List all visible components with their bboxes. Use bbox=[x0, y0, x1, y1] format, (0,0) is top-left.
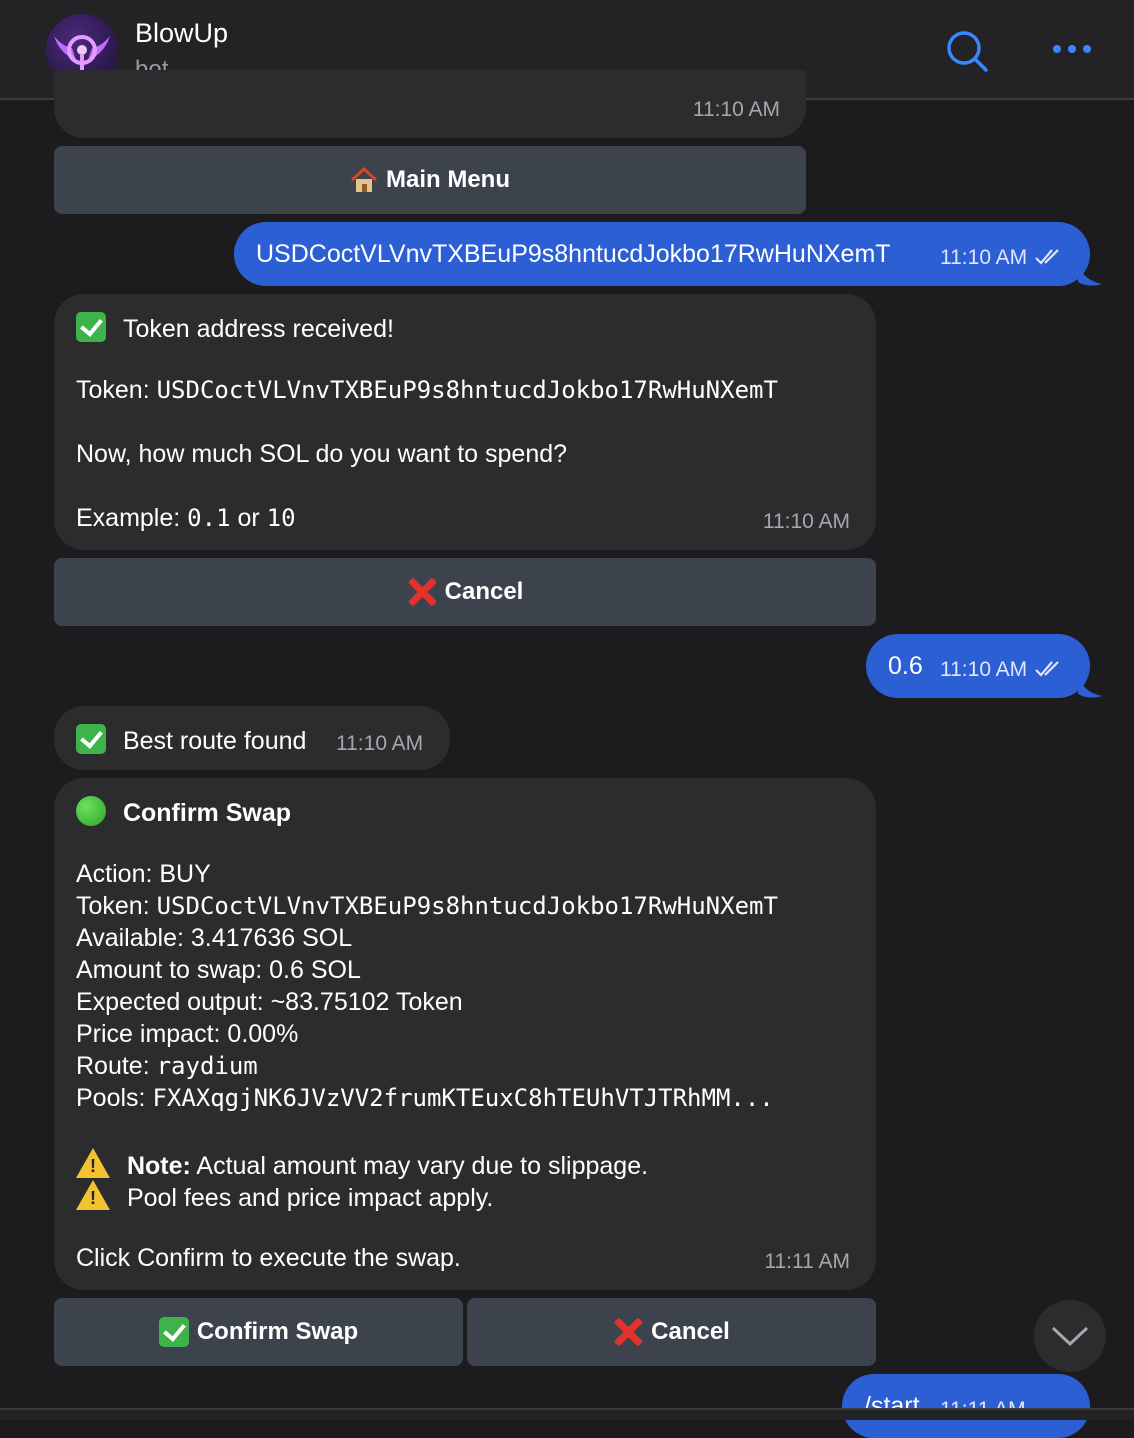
message-bubble-best-route: Best route found 11:10 AM bbox=[54, 706, 450, 770]
composer-edge bbox=[0, 1408, 1134, 1420]
outgoing-message: /start 11:11 AM bbox=[842, 1374, 1090, 1438]
main-menu-button[interactable]: Main Menu bbox=[54, 146, 806, 214]
cross-icon bbox=[407, 577, 437, 607]
question-line: Now, how much SOL do you want to spend? bbox=[76, 440, 568, 468]
note-line: ! Note: Actual amount may vary due to sl… bbox=[76, 1148, 648, 1181]
expected-line: Expected output: ~83.75102 Token bbox=[76, 988, 463, 1016]
footer-line: Click Confirm to execute the swap. bbox=[76, 1244, 461, 1272]
bubble-tail bbox=[1078, 262, 1102, 286]
message-time: 11:11 AM bbox=[764, 1250, 850, 1273]
message-title: Confirm Swap bbox=[76, 796, 291, 828]
chat-title: BlowUp bbox=[135, 18, 229, 48]
message-bubble-token-received: Token address received! Token: USDCoctVL… bbox=[54, 294, 876, 550]
double-check-icon bbox=[1035, 249, 1059, 265]
main-menu-label: Main Menu bbox=[386, 166, 510, 193]
message-time: 11:10 AM bbox=[336, 732, 424, 755]
impact-line: Price impact: 0.00% bbox=[76, 1020, 299, 1048]
message-bubble-confirm-swap: Confirm Swap Action: BUY Token: USDCoctV… bbox=[54, 778, 876, 1290]
amount-line: Amount to swap: 0.6 SOL bbox=[76, 956, 361, 984]
warning-icon: ! bbox=[76, 1148, 110, 1178]
token-line: Token: USDCoctVLVnvTXBEuP9s8hntucdJokbo1… bbox=[76, 376, 778, 404]
cancel-label: Cancel bbox=[651, 1318, 730, 1345]
message-text: Best route found bbox=[76, 724, 306, 756]
scroll-down-button[interactable] bbox=[1034, 1300, 1106, 1372]
message-bubble-partial: 11:10 AM bbox=[54, 70, 806, 138]
check-icon bbox=[76, 312, 106, 342]
message-time: 11:10 AM bbox=[762, 510, 850, 533]
message-time: 11:10 AM bbox=[692, 98, 780, 121]
action-line: Action: BUY bbox=[76, 860, 211, 888]
route-line: Route: raydium bbox=[76, 1052, 258, 1080]
pools-line: Pools: FXAXqgjNK6JVzVV2frumKTEuxC8hTEUhV… bbox=[76, 1084, 774, 1112]
example-line: Example: 0.1 or 10 bbox=[76, 504, 296, 532]
message-time: 11:10 AM bbox=[940, 658, 1028, 681]
double-check-icon bbox=[1035, 661, 1059, 677]
cancel-button[interactable]: Cancel bbox=[54, 558, 876, 626]
chevron-down-icon bbox=[1051, 1326, 1089, 1347]
note2-line: ! Pool fees and price impact apply. bbox=[76, 1180, 493, 1213]
check-icon bbox=[76, 724, 106, 754]
more-icon[interactable] bbox=[1052, 42, 1092, 56]
bubble-tail bbox=[1078, 674, 1102, 698]
cancel-label: Cancel bbox=[444, 578, 524, 605]
message-text: 0.6 bbox=[888, 652, 923, 680]
house-icon bbox=[350, 166, 378, 192]
available-line: Available: 3.417636 SOL bbox=[76, 924, 353, 952]
token-line: Token: USDCoctVLVnvTXBEuP9s8hntucdJokbo1… bbox=[76, 892, 778, 920]
message-title: Token address received! bbox=[76, 312, 394, 344]
search-icon[interactable] bbox=[944, 28, 990, 74]
cancel-button[interactable]: Cancel bbox=[467, 1298, 876, 1366]
message-time: 11:10 AM bbox=[940, 246, 1028, 269]
outgoing-message: USDCoctVLVnvTXBEuP9s8hntucdJokbo17RwHuNX… bbox=[234, 222, 1090, 286]
confirm-swap-button[interactable]: Confirm Swap bbox=[54, 1298, 463, 1366]
cross-icon bbox=[613, 1317, 643, 1347]
green-circle-icon bbox=[76, 796, 106, 826]
message-text: USDCoctVLVnvTXBEuP9s8hntucdJokbo17RwHuNX… bbox=[256, 240, 891, 268]
warning-icon: ! bbox=[76, 1180, 110, 1210]
check-icon bbox=[158, 1317, 189, 1347]
outgoing-message: 0.6 11:10 AM bbox=[866, 634, 1090, 698]
confirm-swap-label: Confirm Swap bbox=[196, 1318, 359, 1345]
